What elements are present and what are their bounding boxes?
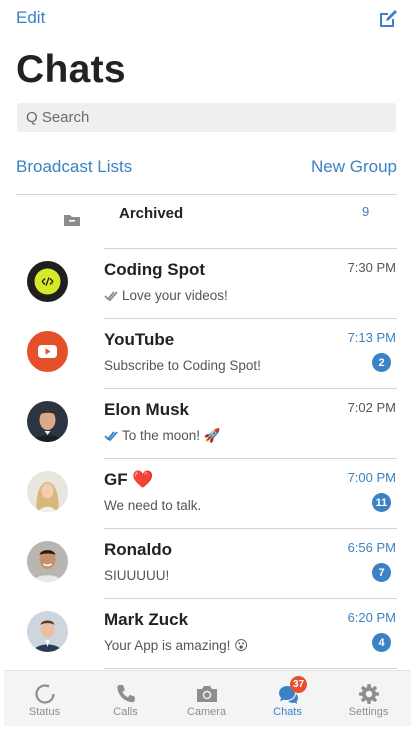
archived-label: Archived — [119, 205, 184, 222]
archived-count: 9 — [362, 204, 370, 219]
chat-name: YouTube — [104, 330, 175, 349]
chat-message: Subscribe to Coding Spot! — [104, 358, 261, 373]
tab-settings[interactable]: Settings — [328, 671, 409, 726]
chat-preview: Love your videos! — [104, 288, 228, 303]
chat-row[interactable]: GF ❤️ We need to talk. 7:00 PM 11 — [0, 459, 416, 529]
avatar — [27, 541, 68, 582]
gear-icon — [357, 682, 381, 706]
chat-preview: To the moon! 🚀 — [104, 428, 221, 444]
chat-message: SIUUUUU! — [104, 568, 170, 583]
tab-label: Status — [28, 706, 61, 718]
compose-icon[interactable] — [377, 8, 399, 30]
read-receipt-icon — [104, 290, 118, 301]
chat-time: 7:02 PM — [347, 400, 396, 415]
chat-name: Elon Musk — [104, 400, 190, 419]
tab-camera[interactable]: Camera — [166, 671, 247, 726]
chat-row[interactable]: Mark Zuck Your App is amazing! 😮 6:20 PM 4 — [0, 599, 416, 669]
chat-preview: SIUUUUU! — [104, 568, 169, 583]
chat-row[interactable]: Ronaldo SIUUUUU! 6:56 PM 7 — [0, 529, 416, 599]
avatar — [27, 611, 68, 652]
avatar — [27, 471, 68, 512]
chat-name: Coding Spot — [104, 260, 206, 279]
divider — [104, 668, 397, 669]
chat-time: 7:13 PM — [347, 330, 396, 345]
chat-message: Love your videos! — [122, 288, 228, 303]
chat-time: 6:20 PM — [347, 610, 396, 625]
edit-button[interactable]: Edit — [16, 8, 45, 28]
chat-row[interactable]: Coding Spot Love your videos! 7:30 PM — [0, 249, 416, 319]
avatar — [27, 401, 68, 442]
tab-label: Camera — [186, 706, 227, 718]
archive-icon — [63, 213, 81, 227]
unread-badge: 7 — [372, 563, 391, 582]
chat-message: To the moon! 🚀 — [122, 428, 221, 443]
chat-name: Mark Zuck — [104, 610, 189, 629]
phone-icon — [114, 682, 138, 706]
tab-label: Settings — [348, 706, 389, 718]
avatar — [27, 261, 68, 302]
unread-badge: 11 — [372, 493, 391, 512]
unread-badge: 4 — [372, 633, 391, 652]
tab-label: Chats — [273, 706, 302, 718]
chat-time: 7:30 PM — [347, 260, 396, 275]
tab-calls[interactable]: Calls — [85, 671, 166, 726]
chat-time: 7:00 PM — [347, 470, 396, 485]
new-group-link[interactable]: New Group — [311, 157, 397, 177]
avatar — [27, 331, 68, 372]
page-title: Chats — [16, 48, 126, 91]
search-input[interactable] — [26, 103, 386, 132]
chat-message: Your App is amazing! 😮 — [104, 638, 249, 653]
camera-icon — [195, 682, 219, 706]
chat-preview: Your App is amazing! 😮 — [104, 638, 248, 654]
chat-name: Ronaldo — [104, 540, 172, 559]
chat-name: GF ❤️ — [104, 470, 154, 489]
chat-message: We need to talk. — [104, 498, 202, 513]
search-bar[interactable] — [17, 103, 396, 132]
tab-chats[interactable]: Chats — [247, 671, 328, 726]
broadcast-lists-link[interactable]: Broadcast Lists — [16, 157, 132, 177]
unread-badge: 2 — [372, 353, 391, 372]
chats-unread-badge: 37 — [290, 676, 307, 693]
status-icon — [33, 682, 57, 706]
chat-preview: We need to talk. — [104, 498, 201, 513]
tab-status[interactable]: Status — [4, 671, 85, 726]
read-receipt-icon — [104, 431, 118, 442]
tab-bar: Status Calls Camera Chats Settings — [4, 670, 411, 726]
tab-label: Calls — [113, 706, 138, 718]
chat-row[interactable]: YouTube Subscribe to Coding Spot! 7:13 PM 2 — [0, 319, 416, 389]
chat-row[interactable]: Elon Musk To the moon! 🚀 7:02 PM — [0, 389, 416, 459]
chat-preview: Subscribe to Coding Spot! — [104, 358, 261, 373]
chat-time: 6:56 PM — [347, 540, 396, 555]
